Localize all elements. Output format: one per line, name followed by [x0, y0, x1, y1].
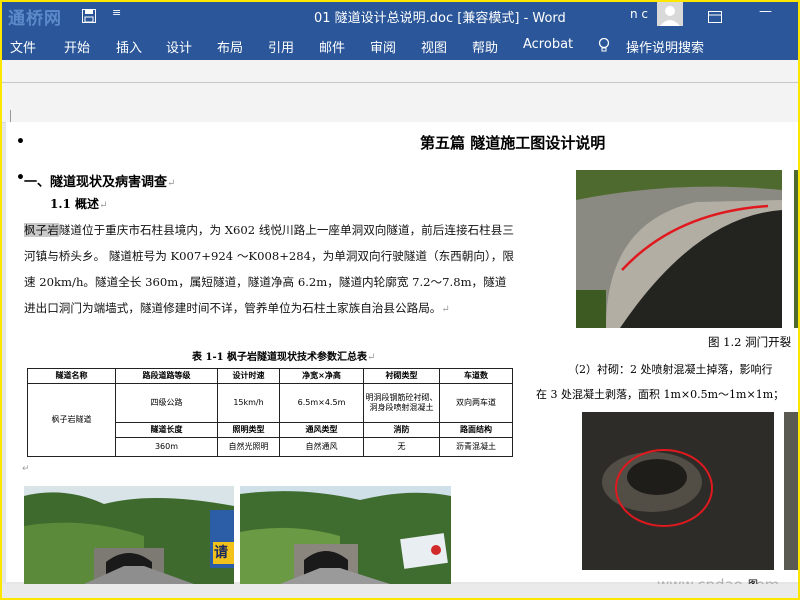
- table-header-cell[interactable]: 净宽×净高: [279, 368, 364, 384]
- tunnel-portal-photo-2[interactable]: [240, 486, 451, 584]
- paragraph-mark: ↵: [99, 200, 108, 211]
- avatar[interactable]: [657, 2, 683, 26]
- table-row: 枫子岩隧道 四级公路 15km/h 6.5m×4.5m 明洞段钢筋砼衬砌、洞身段…: [27, 383, 513, 457]
- overview-paragraph[interactable]: 枫子岩隧道位于重庆市石柱县境内，为 X602 线悦川路上一座单洞双向隧道，前后连…: [24, 217, 516, 323]
- photo-edge: [794, 170, 798, 328]
- paragraph-text: 隧道位于重庆市石柱县境内，为 X602 线悦川路上一座单洞双向隧道，前后连接石柱…: [24, 223, 514, 315]
- lining-text-line1: （2）衬砌：2 处喷射混凝土掉落，影响行: [568, 363, 773, 376]
- table-header-cell[interactable]: 照明类型: [217, 422, 280, 438]
- table-cell[interactable]: 双向两车道: [439, 383, 513, 423]
- concrete-spalling-photo[interactable]: [582, 412, 774, 570]
- user-name[interactable]: n c: [630, 7, 648, 21]
- tab-insert[interactable]: 插入: [116, 37, 142, 56]
- table-cell[interactable]: 无: [363, 437, 440, 457]
- document-title: 01 隧道设计总说明.doc [兼容模式] - Word: [314, 11, 566, 26]
- part-title: 第五篇 隧道施工图设计说明: [420, 134, 606, 152]
- horizontal-scrollbar[interactable]: [2, 584, 798, 598]
- title-bar: 通桥网 ≡ 01 隧道设计总说明.doc [兼容模式] - Word n c —: [2, 2, 798, 32]
- tab-help[interactable]: 帮助: [472, 37, 498, 56]
- table-header-cell[interactable]: 隧道长度: [115, 422, 218, 438]
- tab-design[interactable]: 设计: [166, 37, 192, 56]
- table-header-cell[interactable]: 隧道名称: [27, 368, 116, 384]
- table-cell[interactable]: 沥青混凝土: [439, 437, 513, 457]
- table-caption-text: 表 1-1 枫子岩隧道现状技术参数汇总表: [192, 352, 368, 363]
- table-header-cell[interactable]: 消防: [363, 422, 440, 438]
- tell-me-search[interactable]: 操作说明搜索: [626, 37, 704, 56]
- lightbulb-icon[interactable]: [598, 37, 610, 57]
- table-header-cell[interactable]: 通风类型: [279, 422, 364, 438]
- table-header-cell[interactable]: 路段道路等级: [115, 368, 218, 384]
- table-cell[interactable]: 360m: [115, 437, 218, 457]
- paragraph-mark: ↵: [367, 352, 376, 363]
- subsection-heading-text: 1.1 概述: [50, 197, 100, 211]
- paragraph-bullet: •: [16, 134, 25, 150]
- tab-acrobat[interactable]: Acrobat: [523, 37, 573, 52]
- table-header-cell[interactable]: 衬砌类型: [363, 368, 440, 384]
- tab-review[interactable]: 审阅: [370, 37, 396, 56]
- table-caption: 表 1-1 枫子岩隧道现状技术参数汇总表↵: [192, 348, 375, 363]
- minimize-button[interactable]: —: [759, 4, 772, 19]
- tab-view[interactable]: 视图: [421, 37, 447, 56]
- table-cell[interactable]: 15km/h: [217, 383, 280, 423]
- window-frame: 通桥网 ≡ 01 隧道设计总说明.doc [兼容模式] - Word n c —…: [0, 0, 800, 600]
- photo-edge: [784, 412, 798, 570]
- section-heading-text: 一、隧道现状及病害调查: [24, 175, 168, 190]
- tab-references[interactable]: 引用: [268, 37, 294, 56]
- table-cell[interactable]: 自然光照明: [217, 437, 280, 457]
- selected-text[interactable]: 枫子岩: [24, 223, 59, 237]
- tab-mailings[interactable]: 邮件: [319, 37, 345, 56]
- tab-file[interactable]: 文件: [10, 37, 36, 56]
- tab-home[interactable]: 开始: [64, 37, 90, 56]
- paragraph-mark: ↵: [441, 304, 450, 315]
- ribbon-display-options-icon[interactable]: [708, 8, 722, 27]
- tab-layout[interactable]: 布局: [217, 37, 243, 56]
- table-row: 隧道名称 路段道路等级 设计时速 净宽×净高 衬砌类型 车道数: [27, 368, 513, 384]
- paragraph-mark: ↵: [22, 464, 30, 474]
- ruler-line: [2, 82, 798, 83]
- lining-text-line2: 在 3 处混凝土剥落，面积 1m×0.5m～1m×1m；: [536, 388, 785, 401]
- table-header-cell[interactable]: 车道数: [439, 368, 513, 384]
- save-icon[interactable]: [82, 8, 96, 23]
- site-watermark: 通桥网: [8, 9, 62, 29]
- tunnel-params-table[interactable]: 隧道名称 路段道路等级 设计时速 净宽×净高 衬砌类型 车道数 枫子岩隧道 四级…: [27, 368, 513, 457]
- paragraph-mark: ↵: [167, 178, 176, 189]
- table-header-cell[interactable]: 设计时速: [217, 368, 280, 384]
- tunnel-portal-photo-1[interactable]: 请: [24, 486, 234, 584]
- ruler-area: [2, 60, 798, 123]
- table-cell[interactable]: 6.5m×4.5m: [279, 383, 364, 423]
- section-heading: 一、隧道现状及病害调查↵: [24, 171, 175, 190]
- figure-caption: 图 1.2 洞门开裂: [708, 335, 792, 349]
- customize-quick-access-icon[interactable]: ≡: [112, 6, 121, 19]
- sign-text: 请: [214, 545, 228, 561]
- table-header-cell[interactable]: 路面结构: [439, 422, 513, 438]
- portal-crack-photo[interactable]: [576, 170, 782, 328]
- table-cell[interactable]: 自然通风: [279, 437, 364, 457]
- ribbon-tabs: 文件 开始 插入 设计 布局 引用 邮件 审阅 视图 帮助 Acrobat 操作…: [2, 32, 798, 60]
- table-cell[interactable]: 四级公路: [115, 383, 218, 423]
- table-cell-tunnel-name[interactable]: 枫子岩隧道: [27, 383, 116, 457]
- table-cell[interactable]: 明洞段钢筋砼衬砌、洞身段喷射混凝土: [363, 383, 440, 423]
- subsection-heading: 1.1 概述↵: [50, 195, 107, 212]
